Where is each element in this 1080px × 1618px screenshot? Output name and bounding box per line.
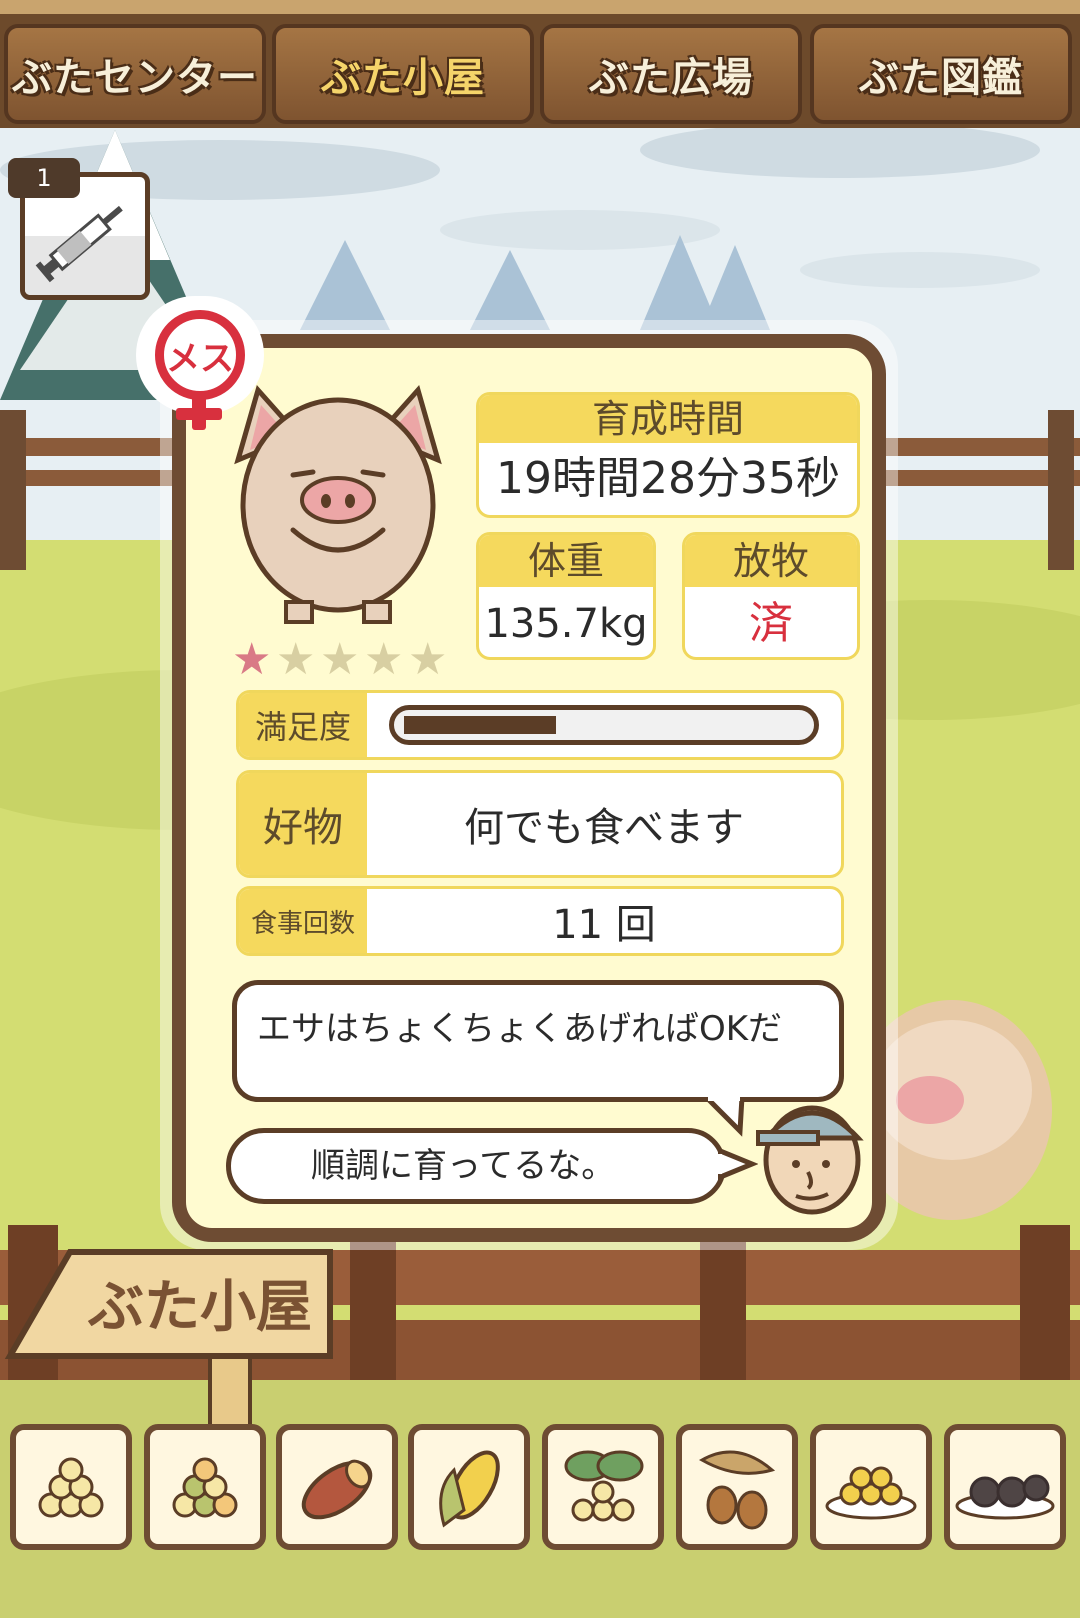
satisfaction-label: 満足度 xyxy=(239,693,367,757)
growth-time-label: 育成時間 xyxy=(479,395,857,443)
satisfaction-meter-area xyxy=(367,693,841,757)
farmer-avatar xyxy=(756,1105,864,1215)
acorns-icon xyxy=(698,1450,776,1530)
star-3: ★ xyxy=(320,634,360,685)
favorite-label: 好物 xyxy=(239,773,367,875)
beans-and-leaves-icon xyxy=(564,1450,644,1522)
satisfaction-row: 満足度 xyxy=(236,690,844,760)
growth-time-card: 育成時間 19時間28分35秒 xyxy=(476,392,860,518)
star-4: ★ xyxy=(364,634,404,685)
item-count-badge: 1 xyxy=(8,158,80,198)
grazing-card: 放牧 済 xyxy=(682,532,860,660)
food-slot-beans-leaves[interactable] xyxy=(542,1424,664,1550)
mixed-beans-icon xyxy=(172,1457,238,1518)
tab-pig-center[interactable]: ぶたセンター xyxy=(4,24,266,124)
advice-bubble: エサはちょくちょくあげればOKだ xyxy=(232,980,844,1102)
advice-text: エサはちょくちょくあげればOKだ xyxy=(257,1009,783,1049)
meals-count-row: 食事回数 11 回 xyxy=(236,886,844,956)
tab-pig-house[interactable]: ぶた小屋 xyxy=(272,24,534,124)
tab-pig-plaza[interactable]: ぶた広場 xyxy=(540,24,802,124)
food-slot-mixed-beans[interactable] xyxy=(144,1424,266,1550)
star-2: ★ xyxy=(276,634,316,685)
satisfaction-meter xyxy=(389,705,819,745)
meals-value: 11 回 xyxy=(552,902,656,948)
food-slot-corn[interactable] xyxy=(408,1424,530,1550)
comment-text: 順調に育ってるな。 xyxy=(311,1146,616,1186)
food-slot-soybeans[interactable] xyxy=(10,1424,132,1550)
growth-time-value: 19時間28分35秒 xyxy=(496,453,840,504)
food-slot-acorns[interactable] xyxy=(676,1424,798,1550)
tab-pig-encyclopedia[interactable]: ぶた図鑑 xyxy=(810,24,1072,124)
favorite-food-row: 好物 何でも食べます xyxy=(236,770,844,878)
sign-label: ぶた小屋 xyxy=(88,1275,312,1340)
weight-label: 体重 xyxy=(479,535,653,587)
favorite-value: 何でも食べます xyxy=(464,805,744,851)
satisfaction-meter-fill xyxy=(404,716,556,734)
weight-value: 135.7kg xyxy=(484,601,648,647)
star-1: ★ xyxy=(232,634,272,685)
advice-bubble-tail xyxy=(702,1097,745,1137)
soybeans-icon xyxy=(38,1457,104,1518)
meals-label: 食事回数 xyxy=(239,889,367,953)
food-slot-beans-plate[interactable] xyxy=(810,1424,932,1550)
beans-plate-icon xyxy=(825,1466,917,1520)
female-symbol-bar xyxy=(176,408,222,420)
pig-portrait xyxy=(234,384,442,624)
sweet-potato-icon xyxy=(301,1459,373,1520)
food-slot-dark-balls[interactable] xyxy=(944,1424,1066,1550)
grazing-value: 済 xyxy=(749,598,793,649)
nav-trim xyxy=(0,0,1080,14)
weight-card: 体重 135.7kg xyxy=(476,532,656,660)
dark-balls-plate-icon xyxy=(955,1474,1055,1520)
top-navigation: ぶたセンター ぶた小屋 ぶた広場 ぶた図鑑 xyxy=(0,0,1080,128)
corn-icon xyxy=(439,1450,500,1528)
food-slot-sweet-potato[interactable] xyxy=(276,1424,398,1550)
comment-bubble: 順調に育ってるな。 xyxy=(226,1128,726,1204)
star-5: ★ xyxy=(408,634,448,685)
grazing-label: 放牧 xyxy=(685,535,857,587)
